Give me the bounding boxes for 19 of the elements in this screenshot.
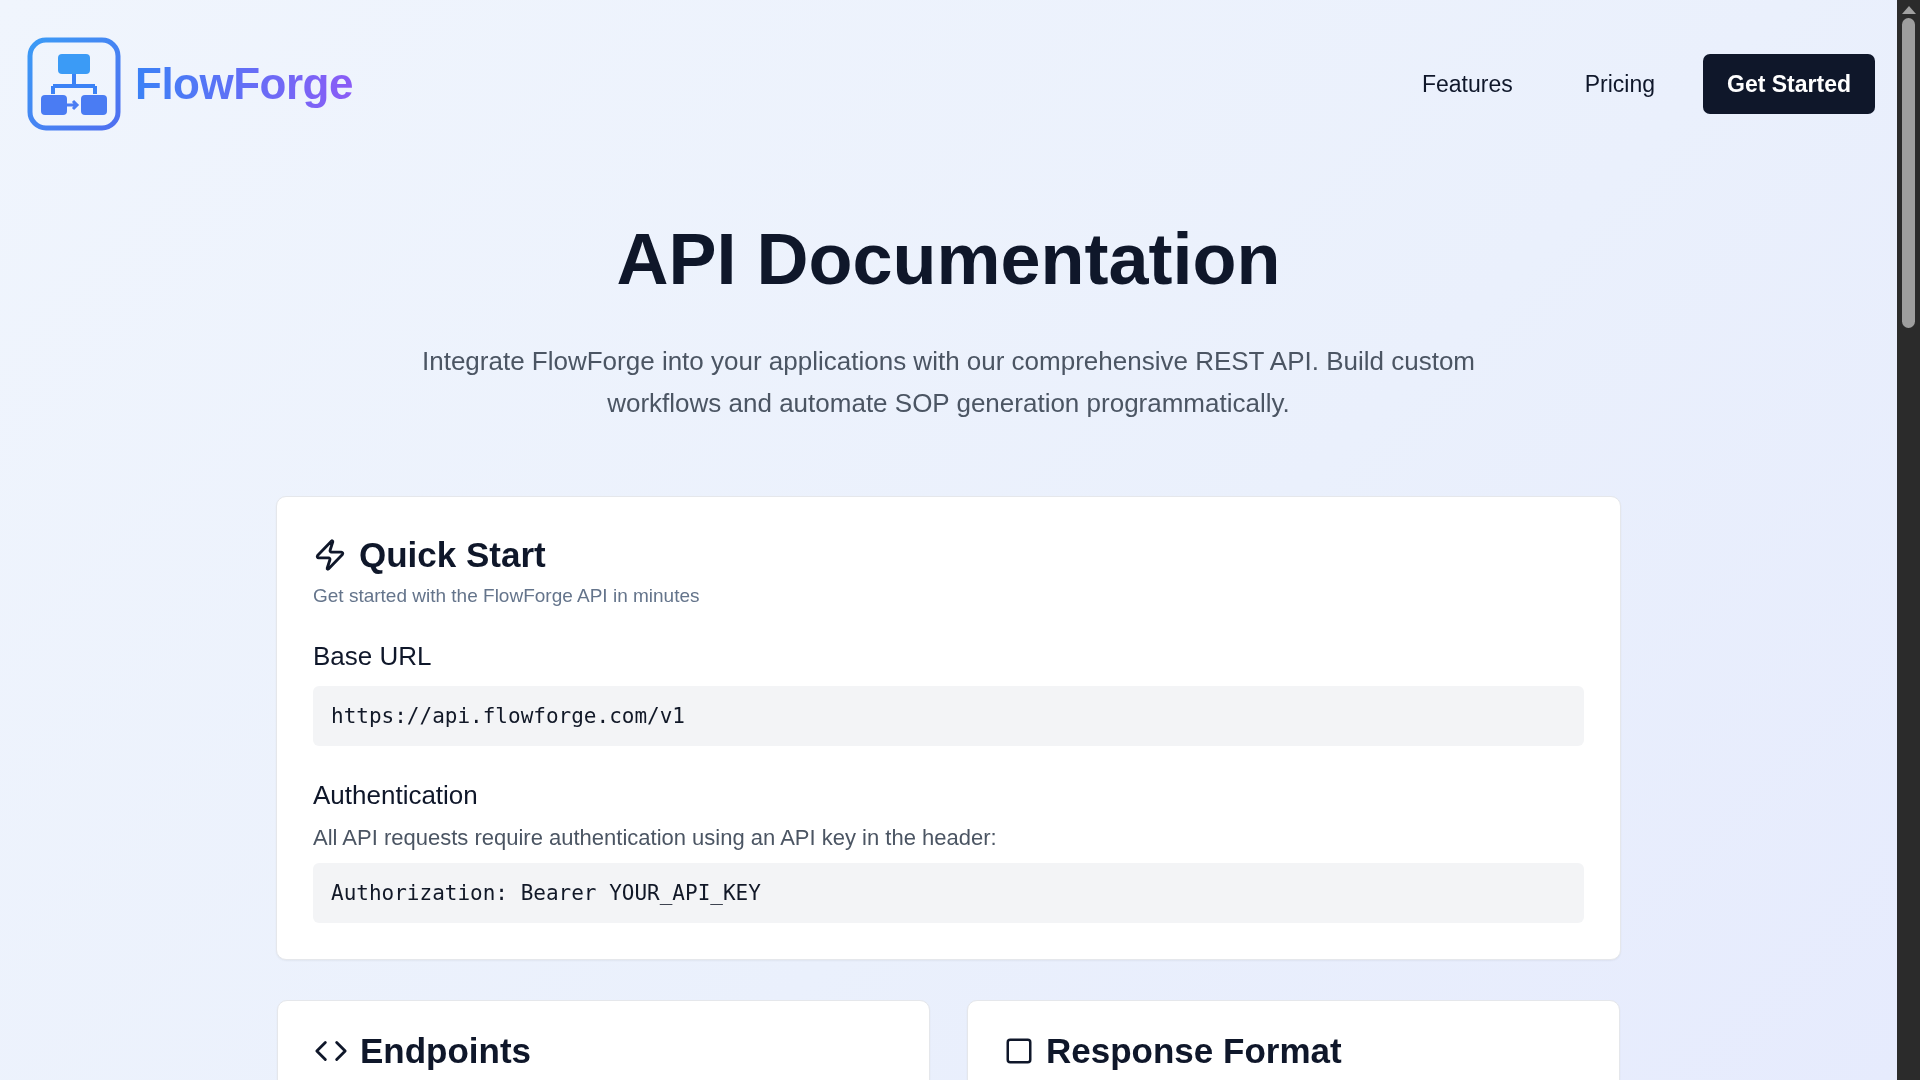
card-subtitle: Get started with the FlowForge API in minutes [313,585,701,607]
lightning-icon [313,538,347,572]
code-block: Authorization: Bearer YOUR_API_KEY [313,863,1584,923]
get-started-button[interactable]: Get Started [1703,54,1875,114]
page-title: API Documentation [616,218,1281,300]
nav-link[interactable]: Features [1397,60,1537,108]
section-heading: Authentication [313,780,479,811]
section-text: All API requests require authentication using an API key in the header: [313,825,998,851]
scrollbar-thumb[interactable] [1902,18,1915,328]
flowchart-logo-icon [27,37,121,131]
scrollbar[interactable] [1897,0,1920,1080]
code-block: https://api.flowforge.com/v1 [313,686,1584,746]
nav-link[interactable]: Pricing [1560,60,1679,108]
square-icon [1004,1036,1034,1066]
page-subtitle: Integrate FlowForge into your applications with our comprehensive REST API. Build custom workflows and automate SOP generation programmatically. [421,345,1476,420]
card-title: Response Format [1046,1031,1342,1071]
section-heading: Base URL [313,641,433,672]
card-title: Quick Start [359,535,546,575]
card-title: Endpoints [360,1031,532,1071]
